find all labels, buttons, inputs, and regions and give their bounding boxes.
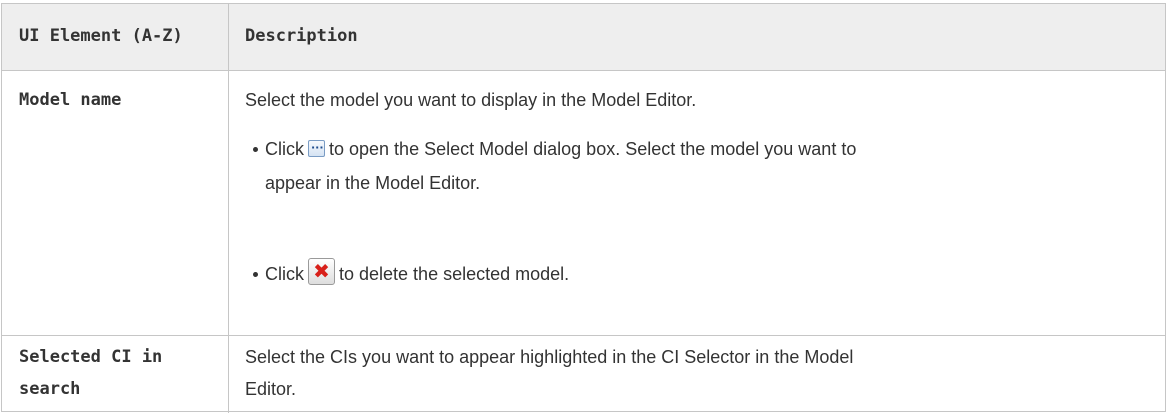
bullet-point (253, 147, 258, 152)
header-cell-description: Description (229, 4, 1165, 70)
description-cell: Select the CIs you want to appear highli… (229, 336, 1165, 413)
bullet-point (253, 272, 258, 277)
header-cell-element: UI Element (A-Z) (2, 4, 229, 70)
bullet-browse-line2: appear in the Model Editor. (265, 173, 481, 193)
header-description: Description (245, 26, 358, 46)
table-row: Model name Select the model you want to … (2, 71, 1165, 336)
description-text: Select the model you want to display in … (245, 90, 697, 110)
description-line1: Select the CIs you want to appear highli… (245, 347, 854, 367)
bullet-delete: Click ✖ to delete the selected model. (265, 258, 570, 285)
element-cell: Model name (2, 71, 229, 335)
ellipsis-browse-icon[interactable]: ··· (308, 140, 325, 157)
element-selected-ci-line1: Selected CI in (19, 347, 163, 367)
description-line2: Editor. (245, 379, 297, 399)
red-x-delete-icon[interactable]: ✖ (308, 258, 335, 285)
ui-elements-table: UI Element (A-Z) Description Model name … (1, 3, 1166, 413)
table-header-row: UI Element (A-Z) Description (2, 4, 1165, 71)
element-selected-ci-line2: search (19, 379, 81, 399)
bullet-browse: Click ··· to open the Select Model dialog … (265, 139, 857, 159)
header-ui-element: UI Element (A-Z) (19, 26, 183, 46)
description-cell: Select the model you want to display in … (229, 71, 1165, 335)
table-row: Selected CI in search Select the CIs you… (2, 336, 1165, 413)
element-cell: Selected CI in search (2, 336, 229, 413)
element-model-name: Model name (19, 90, 122, 110)
